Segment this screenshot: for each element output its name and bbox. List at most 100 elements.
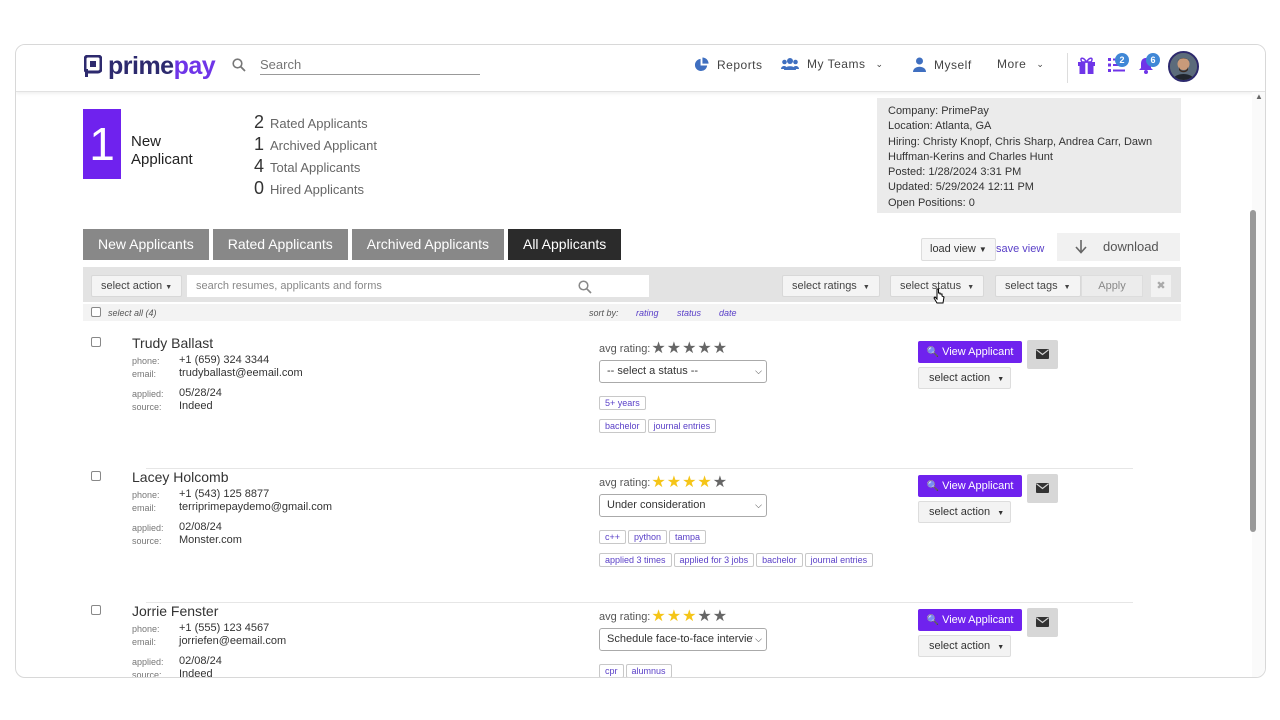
nav-more[interactable]: More ⌄ bbox=[997, 57, 1044, 71]
sort-rating-link[interactable]: rating bbox=[636, 308, 659, 318]
stat-label: Rated Applicants bbox=[270, 116, 368, 131]
apply-filters-button[interactable]: Apply bbox=[1081, 275, 1143, 297]
tag[interactable]: python bbox=[628, 530, 668, 544]
applicant-status-select[interactable]: Schedule face-to-face interview ⌵ bbox=[599, 628, 767, 651]
avg-rating: avg rating: ★ ★ ★ ★ ★ bbox=[599, 341, 727, 357]
tag[interactable]: bachelor bbox=[756, 553, 803, 567]
logo-text-prime: prime bbox=[108, 51, 174, 80]
star-icon[interactable]: ★ bbox=[651, 475, 665, 491]
select-tags-dropdown[interactable]: select tags ▼ bbox=[995, 275, 1081, 297]
top-navigation-bar: primepay Reports bbox=[16, 45, 1265, 92]
avg-rating: avg rating: ★ ★ ★ ★ ★ bbox=[599, 475, 727, 491]
caret-down-icon: ▼ bbox=[967, 284, 975, 291]
tag[interactable]: journal entries bbox=[804, 553, 874, 567]
select-action-label: select action bbox=[929, 372, 991, 384]
primepay-logo[interactable]: primepay bbox=[84, 51, 216, 80]
star-icon[interactable]: ★ bbox=[667, 341, 681, 357]
applicant-applied-date: 02/08/24 bbox=[179, 521, 222, 533]
star-icon[interactable]: ★ bbox=[651, 341, 665, 357]
applicant-status-select[interactable]: -- select a status -- ⌵ bbox=[599, 360, 767, 383]
tag[interactable]: alumnus bbox=[625, 664, 672, 677]
scroll-up-icon[interactable]: ▲ bbox=[1255, 92, 1263, 101]
tab-rated-applicants[interactable]: Rated Applicants bbox=[212, 229, 348, 260]
star-icon[interactable]: ★ bbox=[713, 341, 727, 357]
magnifier-icon: 🔍 bbox=[926, 615, 940, 626]
star-icon[interactable]: ★ bbox=[667, 475, 681, 491]
sort-date-link[interactable]: date bbox=[719, 308, 737, 318]
tasks-count-badge: 2 bbox=[1115, 53, 1129, 67]
tag[interactable]: c++ bbox=[599, 530, 627, 544]
tab-archived-applicants[interactable]: Archived Applicants bbox=[351, 229, 504, 260]
email-applicant-button[interactable] bbox=[1027, 340, 1058, 369]
star-icon[interactable]: ★ bbox=[682, 609, 696, 625]
star-icon[interactable]: ★ bbox=[682, 341, 696, 357]
tag[interactable]: journal entries bbox=[647, 419, 717, 433]
tab-all-applicants[interactable]: All Applicants bbox=[507, 229, 622, 260]
tag[interactable]: tampa bbox=[669, 530, 707, 544]
gift-icon[interactable] bbox=[1077, 55, 1096, 75]
tab-new-applicants[interactable]: New Applicants bbox=[83, 229, 209, 260]
stat-rated: 2 Rated Applicants bbox=[252, 112, 377, 134]
view-applicant-button[interactable]: 🔍 View Applicant bbox=[918, 475, 1022, 497]
applicant-email[interactable]: jorriefen@eemail.com bbox=[179, 635, 286, 647]
applicant-email[interactable]: trudyballast@eemail.com bbox=[179, 367, 303, 379]
star-icon[interactable]: ★ bbox=[713, 475, 727, 491]
applicant-select-action-dropdown[interactable]: select action ▼ bbox=[918, 501, 1011, 523]
applicant-checkbox[interactable] bbox=[91, 605, 101, 615]
bulk-select-action-dropdown[interactable]: select action ▼ bbox=[91, 275, 183, 297]
view-applicant-button[interactable]: 🔍 View Applicant bbox=[918, 609, 1022, 631]
applicant-status-select[interactable]: Under consideration ⌵ bbox=[599, 494, 767, 517]
applicant-email[interactable]: terriprimepaydemo@gmail.com bbox=[179, 501, 332, 513]
star-icon[interactable]: ★ bbox=[697, 341, 711, 357]
select-all-checkbox[interactable] bbox=[91, 307, 101, 317]
scrollbar-thumb[interactable] bbox=[1250, 210, 1256, 532]
star-icon[interactable]: ★ bbox=[667, 609, 681, 625]
view-applicant-button[interactable]: 🔍 View Applicant bbox=[918, 341, 1022, 363]
applicant-name[interactable]: Jorrie Fenster bbox=[132, 603, 218, 619]
nav-reports[interactable]: Reports bbox=[694, 57, 763, 72]
magnifier-icon: 🔍 bbox=[926, 481, 940, 492]
search-icon[interactable] bbox=[578, 280, 592, 294]
tag[interactable]: 5+ years bbox=[599, 396, 646, 410]
applicant-name[interactable]: Trudy Ballast bbox=[132, 335, 213, 351]
save-view-link[interactable]: save view bbox=[996, 243, 1044, 255]
phone-label: phone: bbox=[132, 490, 160, 500]
star-icon[interactable]: ★ bbox=[697, 609, 711, 625]
notifications-count-badge: 6 bbox=[1146, 53, 1160, 67]
stat-label: Total Applicants bbox=[270, 160, 361, 175]
clear-filters-button[interactable]: ✖ bbox=[1151, 275, 1171, 297]
applicant-checkbox[interactable] bbox=[91, 471, 101, 481]
star-icon[interactable]: ★ bbox=[713, 609, 727, 625]
avg-rating-label: avg rating: bbox=[599, 343, 651, 355]
user-avatar[interactable] bbox=[1168, 51, 1199, 82]
applicant-name[interactable]: Lacey Holcomb bbox=[132, 469, 229, 485]
load-view-dropdown[interactable]: load view ▼ bbox=[921, 238, 996, 261]
nav-myself[interactable]: Myself bbox=[913, 57, 972, 72]
email-applicant-button[interactable] bbox=[1027, 474, 1058, 503]
star-icon[interactable]: ★ bbox=[697, 475, 711, 491]
tag[interactable]: bachelor bbox=[599, 419, 646, 433]
email-applicant-button[interactable] bbox=[1027, 608, 1058, 637]
applicant-select-action-dropdown[interactable]: select action ▼ bbox=[918, 367, 1011, 389]
avatar-image bbox=[1170, 53, 1197, 80]
select-ratings-dropdown[interactable]: select ratings ▼ bbox=[782, 275, 880, 297]
load-view-label: load view bbox=[930, 243, 976, 255]
list-header-row: select all (4) sort by: rating status da… bbox=[83, 304, 1181, 321]
applicant-source: Indeed bbox=[179, 400, 213, 412]
nav-my-teams[interactable]: My Teams ⌄ bbox=[781, 57, 884, 71]
applicant-select-action-dropdown[interactable]: select action ▼ bbox=[918, 635, 1011, 657]
tag[interactable]: cpr bbox=[599, 664, 624, 677]
sort-status-link[interactable]: status bbox=[677, 308, 701, 318]
applicant-checkbox[interactable] bbox=[91, 337, 101, 347]
tag[interactable]: applied 3 times bbox=[599, 553, 672, 567]
download-button[interactable]: download bbox=[1057, 233, 1180, 261]
star-icon[interactable]: ★ bbox=[651, 609, 665, 625]
global-search-input[interactable] bbox=[260, 55, 480, 75]
select-ratings-label: select ratings bbox=[792, 280, 857, 292]
tag[interactable]: applied for 3 jobs bbox=[673, 553, 755, 567]
job-updated: Updated: 5/29/2024 12:11 PM bbox=[888, 181, 1034, 194]
star-icon[interactable]: ★ bbox=[682, 475, 696, 491]
caret-down-icon: ▼ bbox=[1063, 284, 1071, 291]
new-applicant-count: 1 bbox=[83, 109, 121, 179]
search-icon[interactable] bbox=[232, 58, 246, 72]
